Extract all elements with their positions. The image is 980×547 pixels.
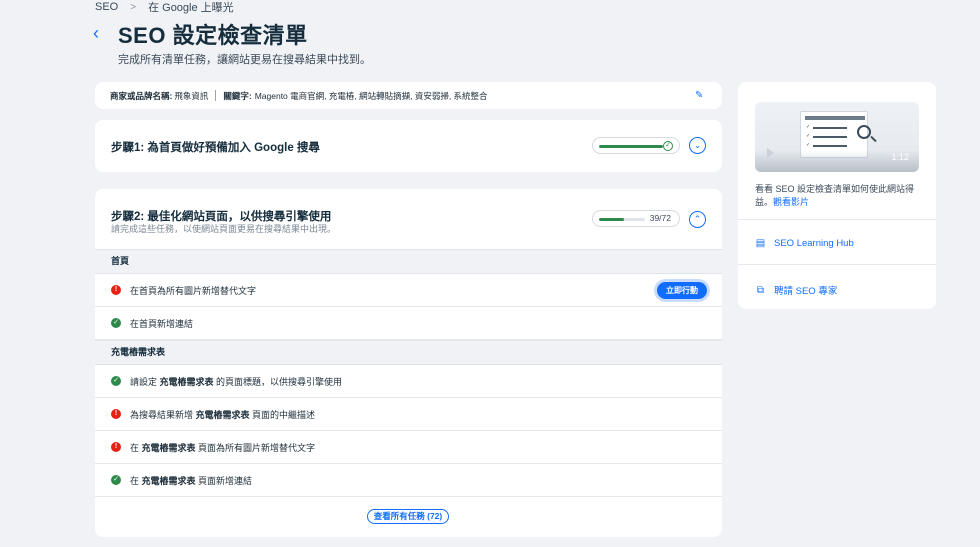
view-all-tasks-button[interactable]: 查看所有任務 (72) <box>367 509 449 524</box>
check-icon: ✓ <box>111 318 121 328</box>
step2-progress-bar: 39/72 <box>592 210 680 227</box>
breadcrumb-item-google: 在 Google 上曝光 <box>148 2 234 14</box>
step2-progress-count: 39/72 <box>649 213 671 223</box>
page-title: SEO 設定檢查清單 <box>118 23 308 48</box>
help-sidebar: ✓ ✓ ✓ 1:12 看看 SEO 設定檢查清單如何使此網站得益。觀看影片 ▤ … <box>738 82 936 309</box>
watch-video-link[interactable]: 觀看影片 <box>773 197 809 207</box>
video-thumbnail[interactable]: ✓ ✓ ✓ 1:12 <box>755 102 919 172</box>
chevron-right-icon: > <box>130 1 137 13</box>
step1-expand-button[interactable]: ⌄ <box>689 137 706 154</box>
step2-description: 請完成這些任務，以使網站頁面更易在搜尋結果中出現。 <box>111 224 337 234</box>
keywords-bar: 商家或品牌名稱: 飛象資訊 關鍵字: Magento 電商官網, 充電樁, 網站… <box>95 82 722 109</box>
task-label: 在首頁新增連結 <box>130 318 194 329</box>
check-icon: ✓ <box>111 376 121 386</box>
hire-seo-expert-link[interactable]: ⧉ 聘請 SEO 專家 <box>755 283 837 298</box>
divider <box>738 264 936 265</box>
task-row[interactable]: ✓ 在 充電樁需求表 頁面新增連結 <box>95 464 722 497</box>
task-row[interactable]: ✓ 在首頁新增連結 <box>95 307 722 340</box>
page-subtitle: 完成所有清單任務，讓網站更易在搜尋結果中找到。 <box>118 54 371 66</box>
seo-learning-hub-link[interactable]: ▤ SEO Learning Hub <box>755 238 854 249</box>
step1-title: 步驟1: 為首頁做好預備加入 Google 搜尋 <box>111 142 320 154</box>
breadcrumb: SEO > 在 Google 上曝光 <box>95 0 234 14</box>
task-label: 在 充電樁需求表 頁面為所有圖片新增替代文字 <box>130 442 316 453</box>
step2-collapse-button[interactable]: ⌃ <box>689 211 706 228</box>
check-circle-icon: ✓ <box>663 141 673 151</box>
check-icon: ✓ <box>111 475 121 485</box>
keywords-label: 關鍵字: <box>223 90 252 101</box>
task-row[interactable]: ✓ 請設定 充電樁需求表 的頁面標題，以供搜尋引擎使用 <box>95 365 722 398</box>
step2-card: 步驟2: 最佳化網站頁面，以供搜尋引擎使用 請完成這些任務，以使網站頁面更易在搜… <box>95 189 722 537</box>
brand-label: 商家或品牌名稱: <box>110 90 173 101</box>
play-icon[interactable] <box>767 148 774 158</box>
task-row[interactable]: ! 在首頁為所有圖片新增替代文字 立即行動 <box>95 274 722 307</box>
error-icon: ! <box>111 409 121 419</box>
section-header-charging: 充電樁需求表 <box>95 340 722 365</box>
take-action-button[interactable]: 立即行動 <box>657 282 707 299</box>
task-label: 為搜尋結果新增 充電樁需求表 頁面的中繼描述 <box>130 409 316 420</box>
brand-value: 飛象資訊 <box>174 90 209 101</box>
step1-progress-fill <box>599 145 663 148</box>
divider <box>738 219 936 220</box>
error-icon: ! <box>111 285 121 295</box>
back-arrow-icon[interactable]: ‹ <box>93 24 107 42</box>
video-description: 看看 SEO 設定檢查清單如何使此網站得益。觀看影片 <box>755 184 915 207</box>
task-label: 請設定 充電樁需求表 的頁面標題，以供搜尋引擎使用 <box>130 376 343 387</box>
step1-card[interactable]: 步驟1: 為首頁做好預備加入 Google 搜尋 ✓ ⌄ <box>95 120 722 172</box>
step1-progress-bar: ✓ <box>592 137 680 154</box>
task-row[interactable]: ! 在 充電樁需求表 頁面為所有圖片新增替代文字 <box>95 431 722 464</box>
error-icon: ! <box>111 442 121 452</box>
breadcrumb-item-seo[interactable]: SEO <box>95 1 118 13</box>
task-label: 在首頁為所有圖片新增替代文字 <box>130 285 257 296</box>
book-icon: ▤ <box>755 238 766 249</box>
chevron-down-icon: ⌄ <box>693 140 702 150</box>
video-duration: 1:12 <box>891 152 909 162</box>
edit-pencil-icon[interactable]: ✎ <box>695 90 706 101</box>
task-row[interactable]: ! 為搜尋結果新增 充電樁需求表 頁面的中繼描述 <box>95 398 722 431</box>
section-header-home: 首頁 <box>95 249 722 274</box>
step2-progress-fill <box>599 218 624 221</box>
magnifier-icon <box>857 125 871 139</box>
chevron-up-icon: ⌃ <box>693 214 702 224</box>
divider <box>215 90 217 101</box>
keywords-value: Magento 電商官網, 充電樁, 網站轉貼摘擷, 資安弱掃, 系統整合 <box>254 90 488 101</box>
expert-icon: ⧉ <box>756 284 765 296</box>
task-label: 在 充電樁需求表 頁面新增連結 <box>130 475 253 486</box>
